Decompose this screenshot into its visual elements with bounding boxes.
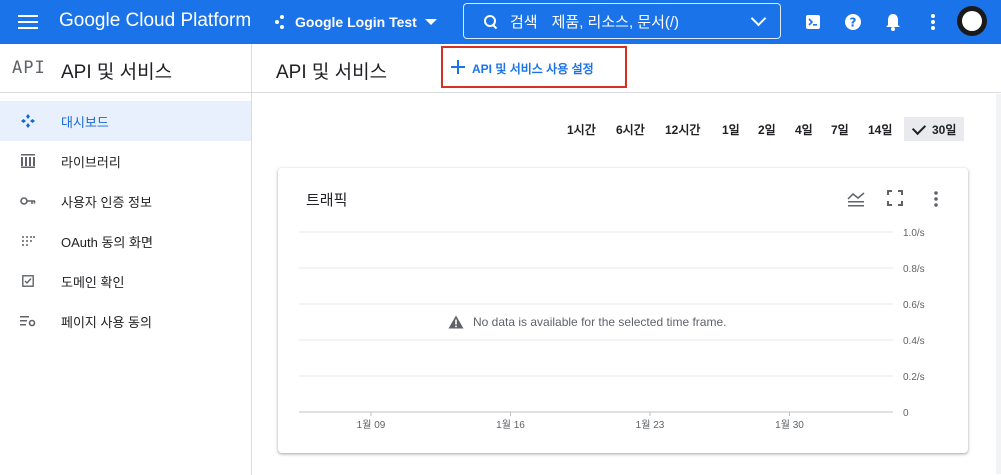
- sidebar-item-label: 도메인 확인: [61, 274, 125, 290]
- sidebar-title: API 및 서비스: [61, 62, 173, 83]
- x-tick-label: 1월 23: [636, 419, 665, 431]
- sidebar-item-oauth-consent[interactable]: OAuth 동의 화면: [0, 221, 251, 261]
- x-tick-label: 1월 30: [775, 419, 804, 431]
- y-tick-label: 0: [903, 408, 909, 419]
- range-1d[interactable]: 1일: [722, 117, 740, 141]
- settings-list-icon: [18, 311, 38, 331]
- menu-icon[interactable]: [18, 12, 38, 30]
- api-logo: API: [12, 58, 46, 78]
- top-bar: Google Cloud Platform Google Login Test …: [0, 0, 1001, 44]
- sidebar-list: 대시보드 라이브러리 사용자 인증 정보 OAuth 동의 화면 도메인 확인: [0, 101, 251, 341]
- no-data-message: No data is available for the selected ti…: [448, 315, 726, 329]
- sidebar-item-domain-verification[interactable]: 도메인 확인: [0, 261, 251, 301]
- range-1h[interactable]: 1시간: [567, 117, 596, 141]
- y-tick-label: 0.6/s: [903, 300, 925, 311]
- page-title: API 및 서비스: [276, 62, 388, 83]
- sidebar-item-label: 사용자 인증 정보: [61, 194, 152, 210]
- traffic-chart: 1.0/s 0.8/s 0.6/s 0.4/s 0.2/s 0 1월 09 1월 16 1월 2…: [299, 228, 925, 431]
- more-vert-icon[interactable]: [923, 12, 943, 32]
- x-tick-label: 1월 09: [357, 419, 386, 431]
- main-header: API 및 서비스 API 및 서비스 사용 설정: [252, 44, 1001, 93]
- search-box[interactable]: 검색 제품, 리소스, 문서(/): [463, 3, 781, 39]
- sidebar-item-credentials[interactable]: 사용자 인증 정보: [0, 181, 251, 221]
- project-name: Google Login Test: [295, 14, 417, 30]
- plus-icon: [451, 60, 465, 74]
- dashboard-icon: [18, 111, 38, 131]
- project-selector[interactable]: Google Login Test: [275, 9, 437, 35]
- sidebar-item-label: 대시보드: [61, 114, 109, 130]
- range-2d[interactable]: 2일: [758, 117, 776, 141]
- x-tick-label: 1월 16: [496, 419, 525, 431]
- checkbox-icon: [18, 271, 38, 291]
- range-4d[interactable]: 4일: [795, 117, 813, 141]
- key-icon: [18, 191, 38, 211]
- search-icon: [484, 15, 496, 27]
- cloud-shell-icon[interactable]: [803, 12, 823, 32]
- enable-apis-label: API 및 서비스 사용 설정: [472, 62, 594, 76]
- no-data-text: No data is available for the selected ti…: [473, 315, 727, 329]
- range-30d[interactable]: 30일: [904, 117, 965, 141]
- range-6h[interactable]: 6시간: [616, 117, 645, 141]
- sidebar-item-page-consent[interactable]: 페이지 사용 동의: [0, 301, 251, 341]
- sidebar-item-label: OAuth 동의 화면: [61, 234, 153, 250]
- range-30d-label: 30일: [932, 122, 957, 137]
- sidebar-header: API API 및 서비스: [0, 44, 251, 93]
- help-icon[interactable]: ?: [843, 12, 863, 32]
- search-label: 검색: [510, 13, 538, 31]
- y-tick-label: 1.0/s: [903, 228, 925, 239]
- range-12h[interactable]: 12시간: [665, 117, 700, 141]
- sidebar-item-label: 페이지 사용 동의: [61, 314, 152, 330]
- avatar[interactable]: [957, 6, 987, 36]
- caret-down-icon: [424, 19, 437, 25]
- chevron-down-icon[interactable]: [750, 10, 767, 27]
- oauth-dots-icon: [18, 231, 38, 251]
- search-placeholder: 제품, 리소스, 문서(/): [551, 13, 680, 31]
- sidebar: API API 및 서비스 대시보드 라이브러리 사용자 인증 정보 OAuth…: [0, 44, 252, 475]
- y-tick-label: 0.2/s: [903, 372, 925, 383]
- brand-title[interactable]: Google Cloud Platform: [59, 10, 251, 32]
- project-dots-icon: [275, 15, 289, 29]
- enable-apis-button[interactable]: API 및 서비스 사용 설정: [441, 46, 627, 88]
- y-tick-label: 0.4/s: [903, 336, 925, 347]
- notifications-icon[interactable]: [883, 12, 903, 32]
- range-14d[interactable]: 14일: [868, 117, 892, 141]
- traffic-card: 트래픽 1.0/s 0.8/s 0.6/s 0.4/s 0.2/s 0 1월 09 1월 16…: [278, 168, 968, 453]
- sidebar-item-label: 라이브러리: [61, 154, 121, 170]
- library-icon: [18, 151, 38, 171]
- check-icon: [911, 120, 927, 135]
- sidebar-item-library[interactable]: 라이브러리: [0, 141, 251, 181]
- scrollbar[interactable]: [996, 94, 1001, 474]
- y-tick-label: 0.8/s: [903, 264, 925, 275]
- sidebar-item-dashboard[interactable]: 대시보드: [0, 101, 251, 141]
- range-7d[interactable]: 7일: [831, 117, 849, 141]
- warning-icon: [448, 315, 464, 329]
- svg-text:?: ?: [850, 16, 857, 30]
